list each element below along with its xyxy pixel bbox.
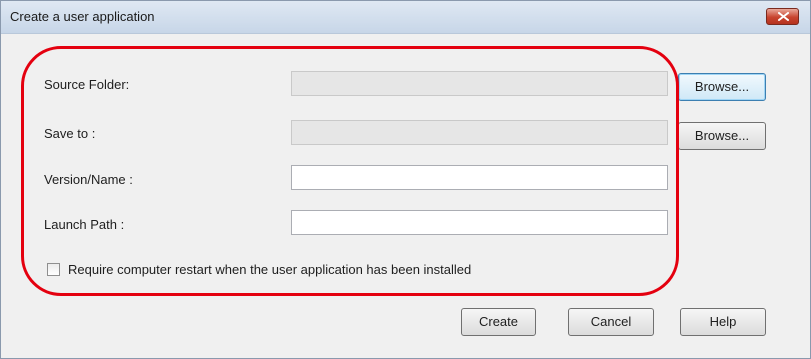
cancel-button[interactable]: Cancel (568, 308, 654, 336)
title-bar[interactable]: Create a user application (1, 1, 810, 34)
close-icon (778, 12, 789, 21)
help-button[interactable]: Help (680, 308, 766, 336)
create-button[interactable]: Create (461, 308, 536, 336)
close-button[interactable] (766, 8, 799, 25)
window-title: Create a user application (10, 9, 155, 24)
source-folder-browse-button[interactable]: Browse... (678, 73, 766, 101)
dialog-window: Create a user application Source Folder:… (0, 0, 811, 359)
red-highlight-outline (21, 46, 679, 296)
save-to-browse-button[interactable]: Browse... (678, 122, 766, 150)
